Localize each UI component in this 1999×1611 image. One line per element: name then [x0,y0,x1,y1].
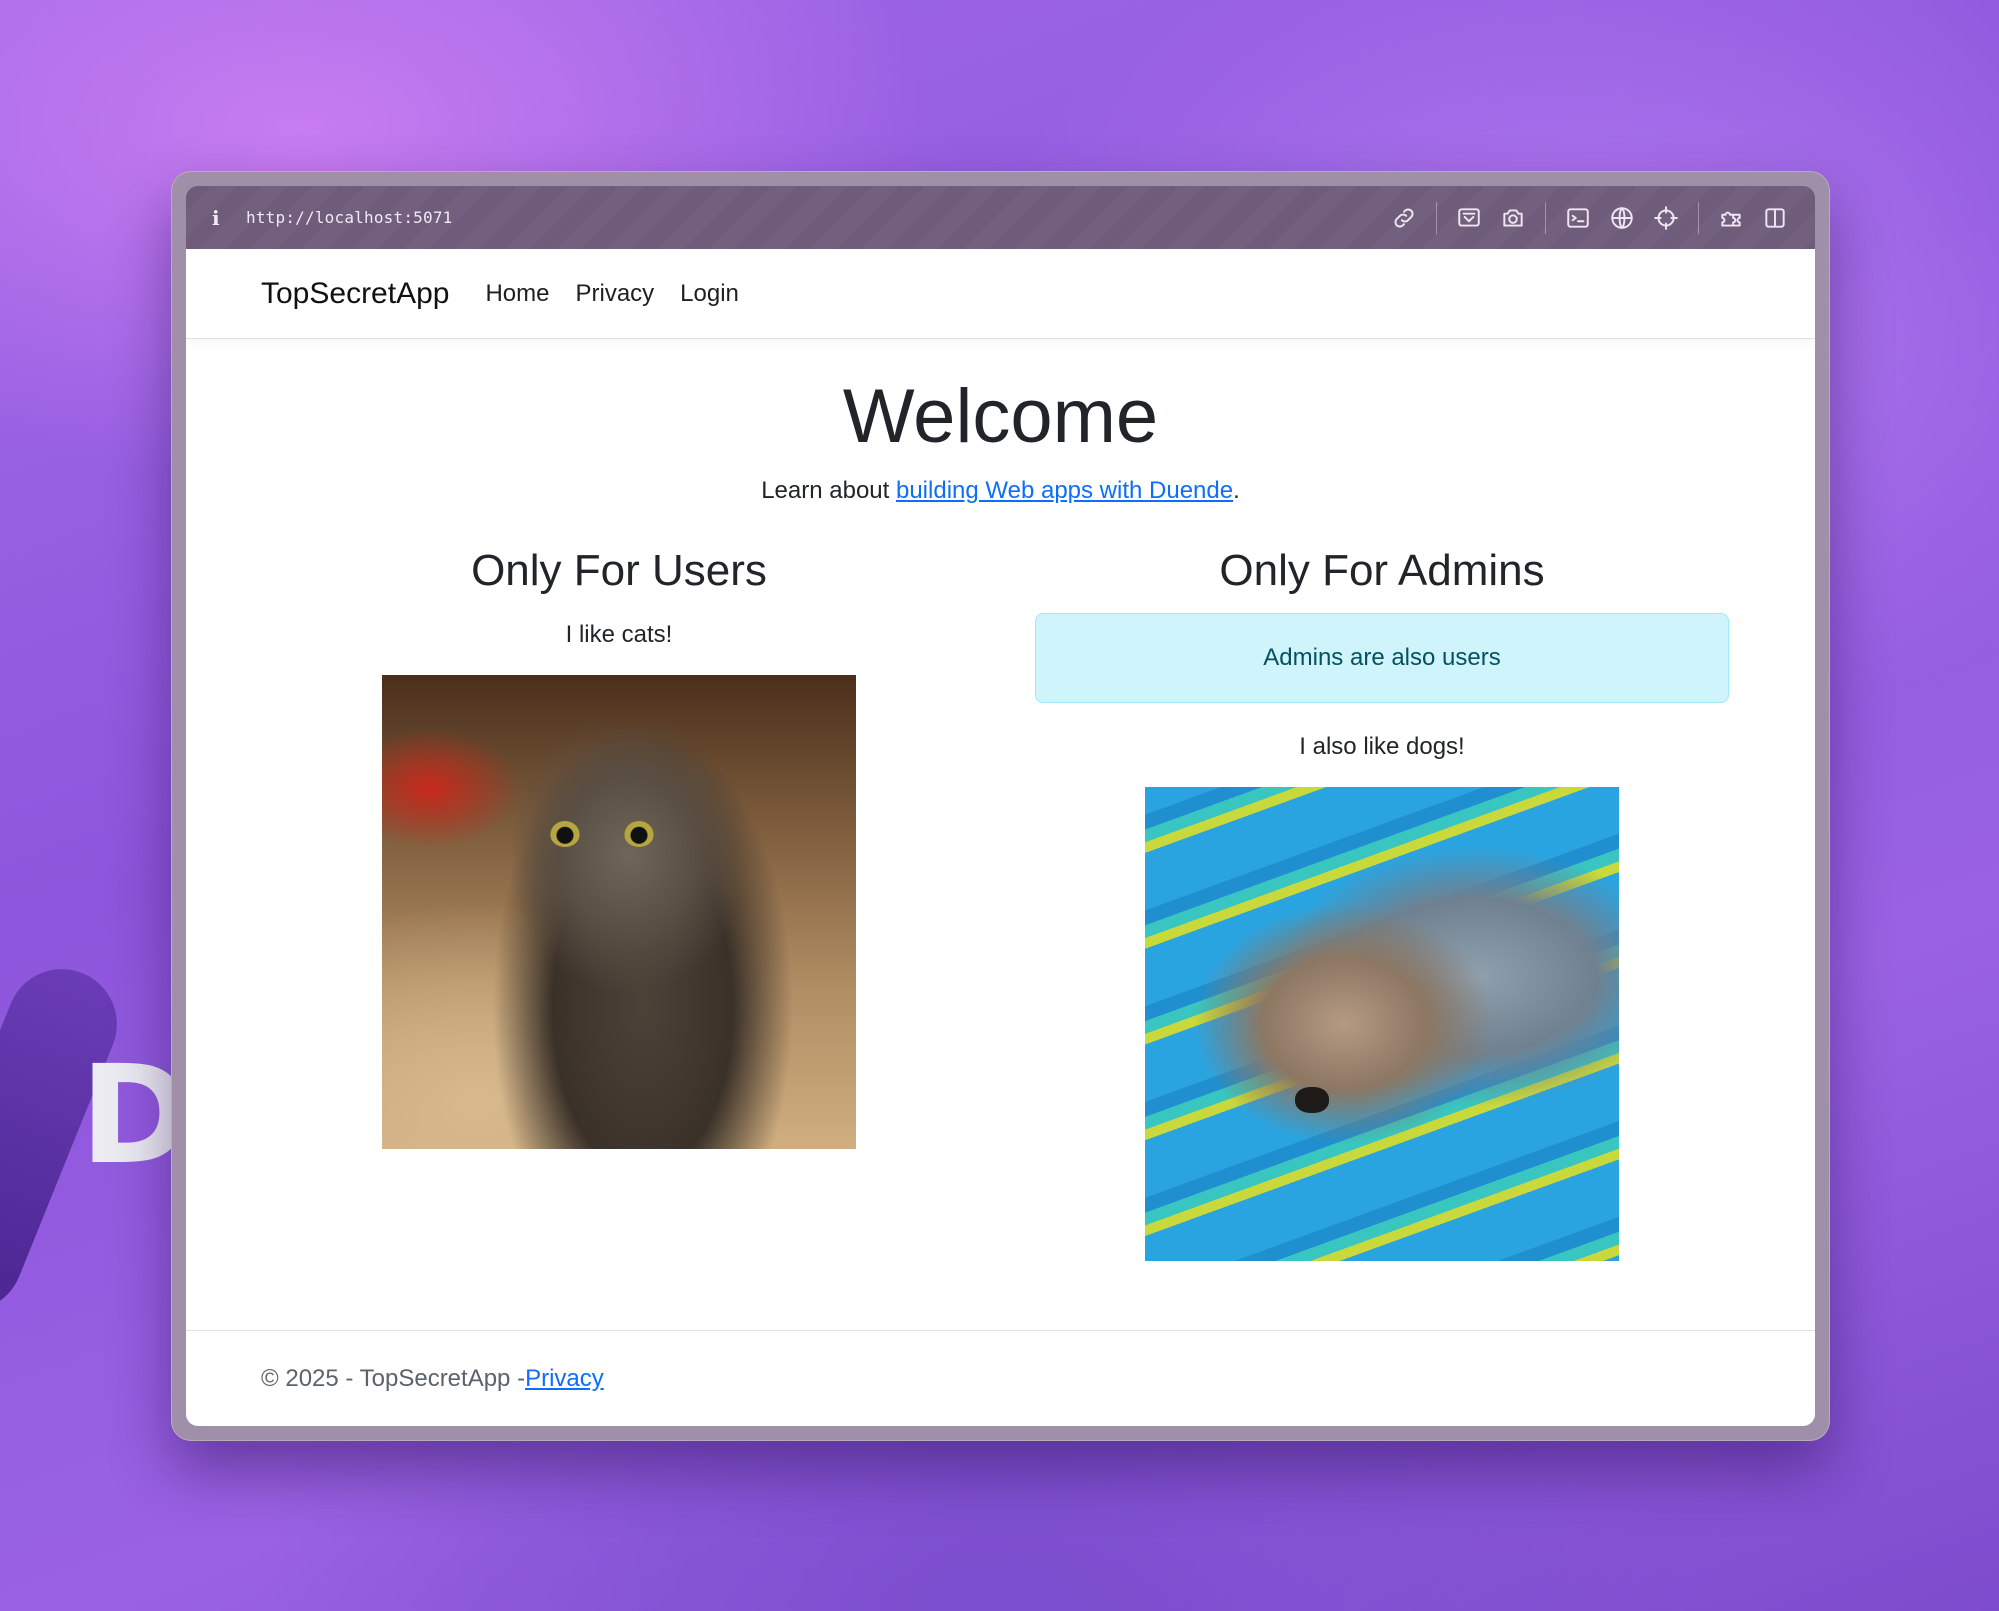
globe-icon[interactable] [1600,198,1644,238]
cat-eye-right [624,821,654,848]
address-bar-url[interactable]: http://localhost:5071 [246,208,453,227]
cat-photo [382,675,856,1150]
admins-text: I also like dogs! [1299,733,1465,761]
toolbar-icons [1382,198,1797,238]
web-page: TopSecretApp Home Privacy Login Welcome … [186,249,1815,1426]
nav-link-privacy[interactable]: Privacy [575,280,654,308]
lead-text: Learn about building Web apps with Duend… [186,477,1815,505]
page-title: Welcome [842,374,1159,459]
browser-toolbar: i http://localhost:5071 [186,186,1815,249]
toolbar-separator [1545,201,1546,234]
admins-column: Only For Admins Admins are also users I … [1035,545,1729,1262]
browser-window: i http://localhost:5071 TopSecretApp Hom… [171,171,1830,1441]
navbar-brand[interactable]: TopSecretApp [261,277,449,311]
duende-docs-link[interactable]: building Web apps with Duende [896,477,1233,504]
toolbar-separator [1436,201,1437,234]
nav-link-home[interactable]: Home [485,280,549,308]
admins-heading: Only For Admins [1219,545,1545,595]
info-icon[interactable]: i [212,206,232,230]
link-icon[interactable] [1382,198,1426,238]
terminal-icon[interactable] [1556,198,1600,238]
footer-privacy-link[interactable]: Privacy [525,1365,604,1393]
content-columns: Only For Users I like cats! Only For Adm… [186,545,1815,1262]
hero-section: Welcome Learn about building Web apps wi… [186,375,1815,505]
users-text: I like cats! [565,621,673,649]
site-footer: © 2025 - TopSecretApp - Privacy [186,1330,1815,1426]
lead-suffix: . [1233,476,1240,504]
extensions-icon[interactable] [1709,198,1753,238]
toolbar-separator [1698,201,1699,234]
dog-nose [1295,1087,1329,1114]
users-column: Only For Users I like cats! [272,545,966,1262]
dog-photo [1145,787,1619,1262]
screen-capture-icon[interactable] [1447,198,1491,238]
site-navbar: TopSecretApp Home Privacy Login [186,249,1815,339]
crosshair-icon[interactable] [1644,198,1688,238]
camera-icon[interactable] [1491,198,1535,238]
footer-copyright: © 2025 - TopSecretApp - [261,1364,526,1392]
lead-prefix: Learn about [761,476,896,504]
cat-eye-left [550,821,580,848]
nav-link-login[interactable]: Login [680,280,739,308]
users-heading: Only For Users [471,545,767,595]
info-alert: Admins are also users [1035,613,1729,704]
sidebar-icon[interactable] [1753,198,1797,238]
